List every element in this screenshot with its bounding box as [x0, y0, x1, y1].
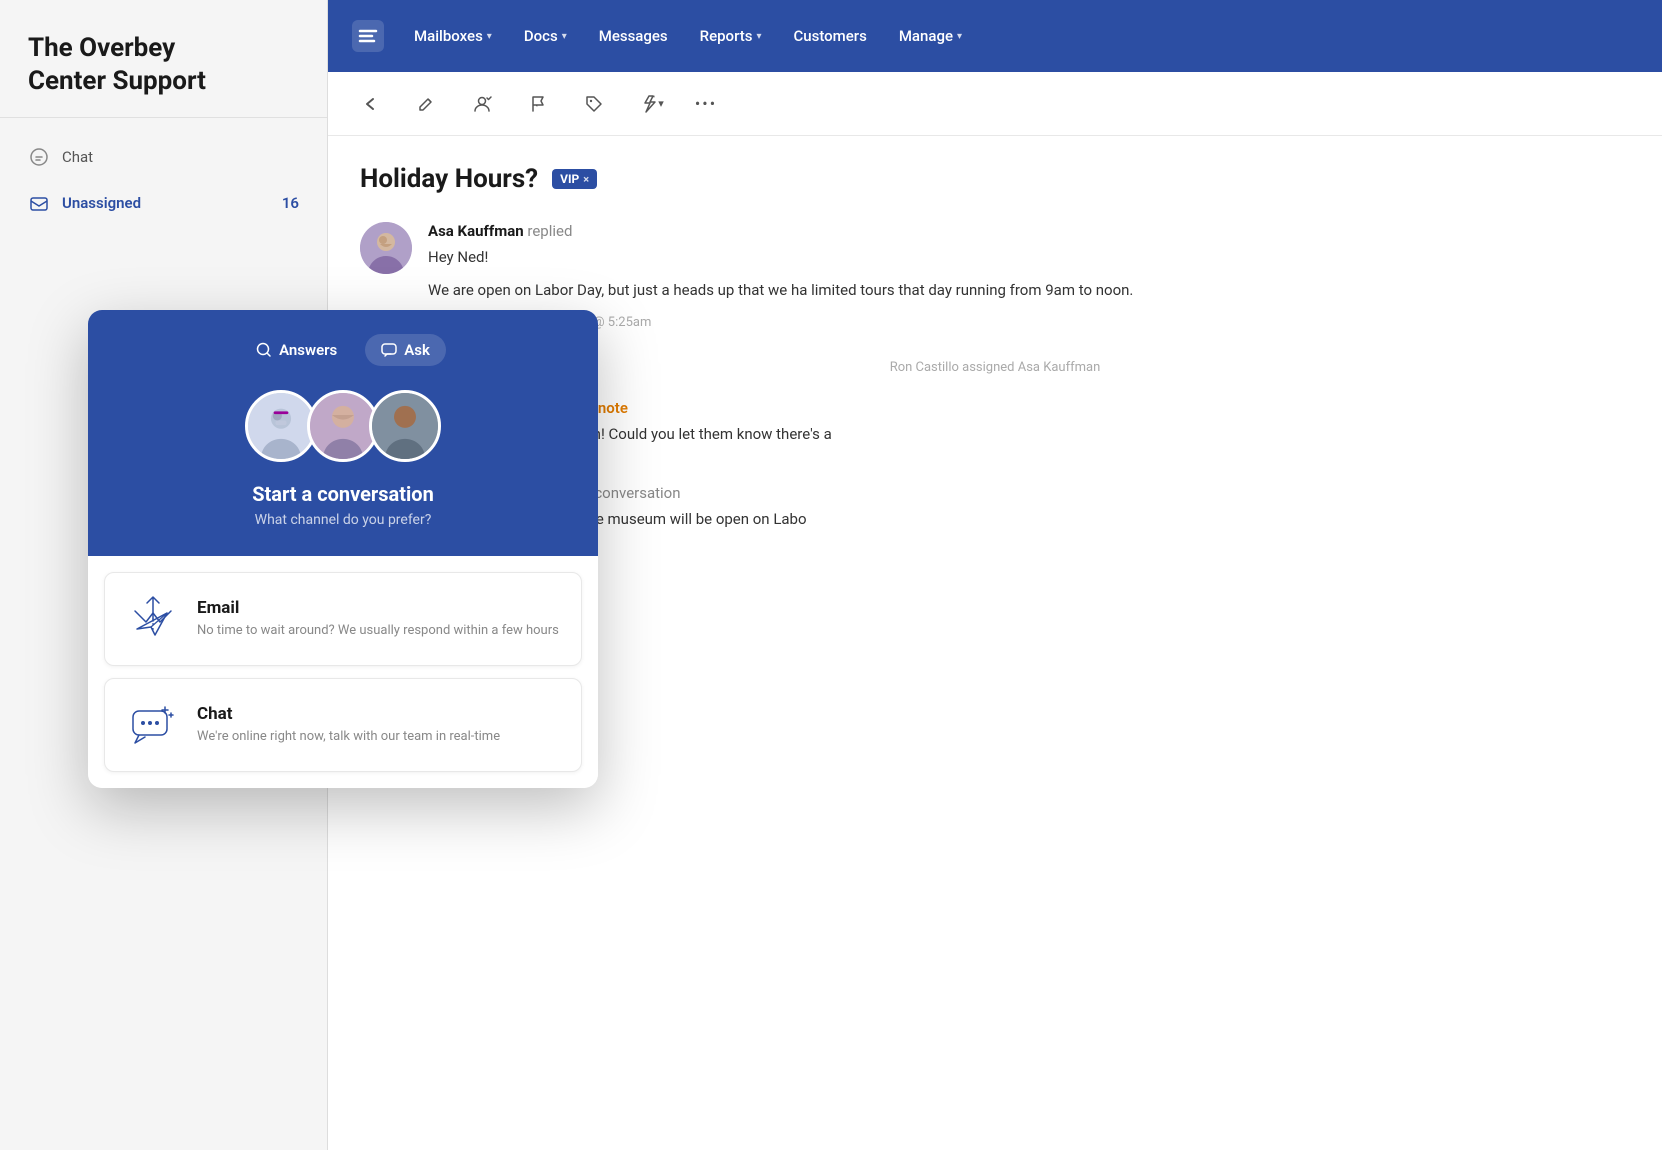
widget-channel-email[interactable]: Email No time to wait around? We usually… [104, 572, 582, 666]
nav-reports[interactable]: Reports ▾ [686, 19, 776, 53]
chat-channel-desc: We're online right now, talk with our te… [197, 728, 500, 747]
back-button[interactable] [352, 86, 388, 122]
chat-icon [28, 146, 50, 168]
widget-subtitle: What channel do you prefer? [255, 512, 432, 528]
edit-button[interactable] [408, 86, 444, 122]
reports-chevron: ▾ [756, 31, 761, 42]
sidebar-nav: Chat Unassigned 16 [0, 118, 327, 242]
message-text-asa-2: We are open on Labor Day, but just a hea… [428, 279, 1630, 302]
chat-channel-info: Chat We're online right now, talk with o… [197, 704, 500, 747]
sidebar-item-chat-label: Chat [62, 148, 93, 166]
message-body-asa: Asa Kauffman replied Hey Ned! We are ope… [428, 222, 1630, 332]
sidebar-item-chat[interactable]: Chat [0, 134, 327, 180]
email-channel-info: Email No time to wait around? We usually… [197, 598, 559, 641]
ellipsis-icon: ••• [695, 94, 717, 113]
more-button[interactable]: ••• [688, 86, 724, 122]
sidebar-title: The OverbeyCenter Support [28, 32, 299, 97]
sidebar-header: The OverbeyCenter Support [0, 0, 327, 118]
sidebar-item-unassigned-label: Unassigned [62, 194, 141, 212]
widget-tabs: Answers Ask [240, 334, 446, 366]
nav-messages[interactable]: Messages [585, 19, 682, 53]
app-logo[interactable] [352, 20, 384, 52]
avatar-asa [360, 222, 412, 274]
message-body-ned: Ned Hopkins started the conversation Hi!… [428, 484, 1630, 541]
email-channel-icon [127, 593, 179, 645]
nav-manage[interactable]: Manage ▾ [885, 19, 976, 53]
widget-title: Start a conversation [252, 482, 434, 506]
chat-channel-name: Chat [197, 704, 500, 724]
message-header-ned: Ned Hopkins started the conversation [428, 484, 1630, 502]
nav-mailboxes[interactable]: Mailboxes ▾ [400, 19, 506, 53]
nav-customers[interactable]: Customers [780, 19, 881, 53]
top-nav: Mailboxes ▾ Docs ▾ Messages Reports ▾ Cu… [328, 0, 1662, 72]
action-asa: replied [527, 222, 572, 240]
action-button[interactable]: ▾ [632, 86, 668, 122]
widget-channel-chat[interactable]: Chat We're online right now, talk with o… [104, 678, 582, 772]
widget-overlay: Answers Ask [88, 310, 598, 788]
ask-tab-label: Ask [404, 341, 430, 359]
manage-chevron: ▾ [957, 31, 962, 42]
nav-docs[interactable]: Docs ▾ [510, 19, 581, 53]
widget-channels: Email No time to wait around? We usually… [88, 556, 598, 788]
unassigned-count: 16 [282, 194, 299, 212]
message-meta-asa: 👁 Customer viewed today @ 5:25am [428, 313, 1630, 332]
docs-chevron: ▾ [562, 31, 567, 42]
chat-channel-icon [127, 699, 179, 751]
email-channel-name: Email [197, 598, 559, 618]
message-text-ned: Hi! – Just wondering if the museum will … [428, 508, 1630, 531]
message-text-asa-1: Hey Ned! [428, 246, 1630, 269]
assign-button[interactable] [464, 86, 500, 122]
message-text-ron: @asa We will be open! Could you let them… [456, 423, 1630, 446]
conversation-title-row: Holiday Hours? VIP × [360, 164, 1630, 194]
widget-tab-answers[interactable]: Answers [240, 334, 353, 366]
action-chevron: ▾ [658, 97, 664, 110]
vip-badge: VIP × [552, 169, 597, 189]
mail-icon [28, 192, 50, 214]
tag-button[interactable] [576, 86, 612, 122]
email-channel-desc: No time to wait around? We usually respo… [197, 622, 559, 641]
widget-tab-ask[interactable]: Ask [365, 334, 446, 366]
widget-avatar-3 [369, 390, 441, 462]
message-header-asa: Asa Kauffman replied [428, 222, 1630, 240]
sidebar-item-unassigned[interactable]: Unassigned 16 [0, 180, 327, 226]
message-body-ron: Ron Castillo added a note @asa We will b… [456, 399, 1630, 456]
message-header-ron: Ron Castillo added a note [456, 399, 1630, 417]
author-asa: Asa Kauffman [428, 222, 527, 240]
answers-tab-label: Answers [279, 341, 337, 359]
toolbar: ▾ ••• [328, 72, 1662, 136]
conversation-title: Holiday Hours? [360, 164, 538, 194]
widget-avatars [245, 390, 441, 462]
widget-header: Answers Ask [88, 310, 598, 556]
mailboxes-chevron: ▾ [487, 31, 492, 42]
flag-button[interactable] [520, 86, 556, 122]
vip-remove-button[interactable]: × [583, 173, 589, 186]
